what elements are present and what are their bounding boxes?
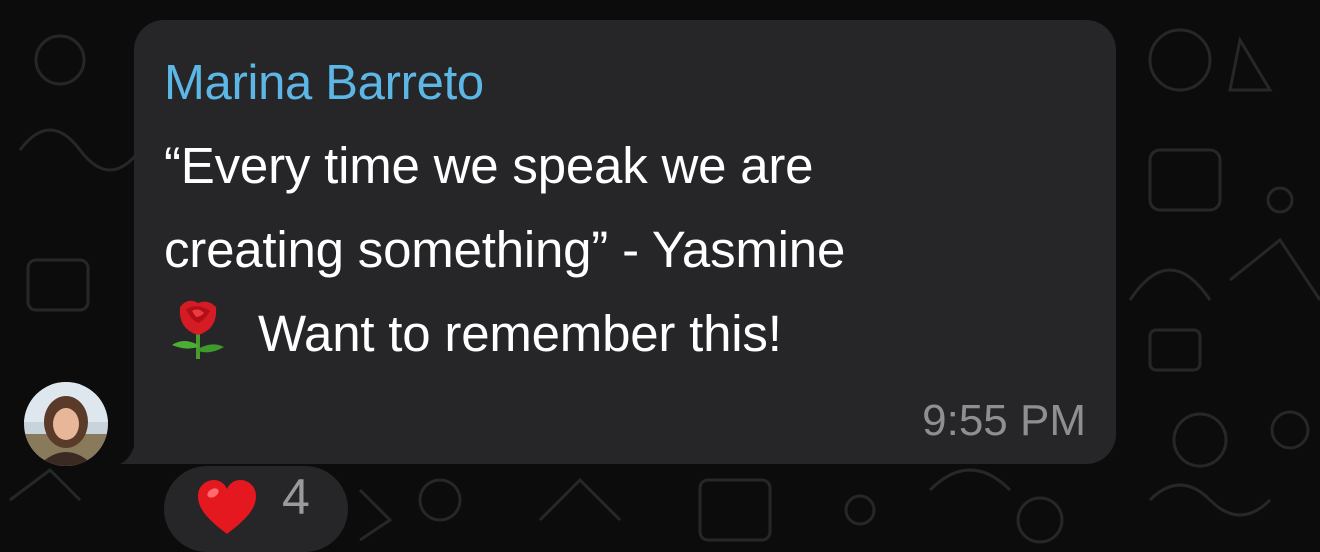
message-text: “Every time we speak we are creating som…: [164, 124, 1086, 376]
message-line: creating something” - Yasmine: [164, 221, 846, 278]
message-line: Want to remember this!: [258, 305, 782, 362]
reaction-count: 4: [282, 469, 310, 525]
message-bubble[interactable]: Marina Barreto “Every time we speak we a…: [134, 20, 1116, 464]
reaction-pill[interactable]: 4: [164, 466, 348, 552]
message-line-with-emoji: Want to remember this!: [164, 292, 1086, 376]
avatar-photo: [24, 382, 108, 466]
heart-icon: [198, 480, 256, 534]
sender-name[interactable]: Marina Barreto: [164, 54, 1086, 112]
rose-icon: [172, 300, 224, 359]
avatar[interactable]: [24, 382, 108, 466]
message-timestamp: 9:55 PM: [922, 396, 1086, 445]
message-line: “Every time we speak we are: [164, 137, 814, 194]
